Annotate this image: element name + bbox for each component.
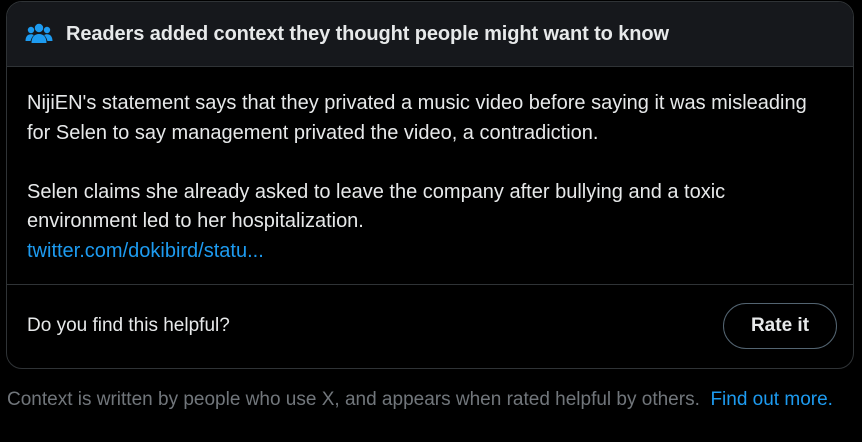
disclaimer-text: Context is written by people who use X, … (7, 389, 700, 410)
people-icon (25, 22, 53, 46)
note-paragraph-2: Selen claims she already asked to leave … (27, 180, 726, 233)
helpful-question: Do you find this helpful? (27, 315, 230, 336)
context-disclaimer: Context is written by people who use X, … (7, 388, 847, 412)
community-note-card: Readers added context they thought peopl… (6, 1, 854, 369)
note-header-title: Readers added context they thought peopl… (66, 22, 669, 45)
rate-it-button[interactable]: Rate it (723, 303, 837, 349)
note-paragraph-1: NijiEN's statement says that they privat… (27, 92, 807, 144)
find-out-more-link[interactable]: Find out more. (710, 389, 833, 410)
note-footer: Do you find this helpful? Rate it (7, 284, 853, 367)
note-header: Readers added context they thought peopl… (7, 2, 853, 67)
note-body: NijiEN's statement says that they privat… (7, 67, 853, 284)
note-source-link[interactable]: twitter.com/dokibird/statu... (27, 237, 833, 267)
